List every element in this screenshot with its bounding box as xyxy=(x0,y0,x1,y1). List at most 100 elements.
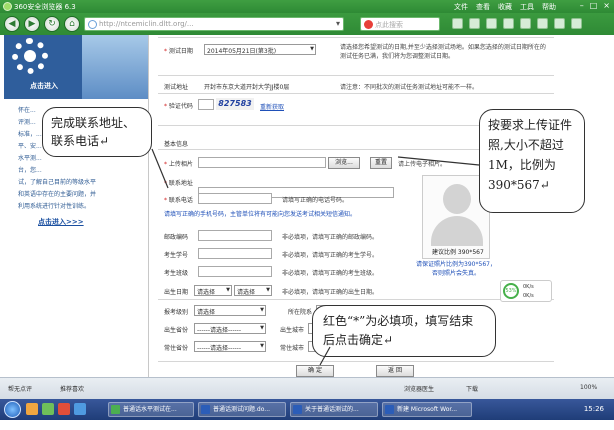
home-icon[interactable]: ⌂ xyxy=(64,16,80,32)
captcha-label: * 验证代码 xyxy=(164,103,193,110)
task-label: 普通话测试问题.do... xyxy=(213,406,271,413)
menu-file[interactable]: 文件 xyxy=(454,2,468,12)
browse-button[interactable]: 浏览... xyxy=(328,157,360,169)
phone-input[interactable] xyxy=(198,193,272,204)
maximize-icon[interactable]: □ xyxy=(590,1,598,10)
extension-icon[interactable] xyxy=(452,18,463,29)
download-button[interactable]: 下载 xyxy=(466,384,478,393)
word-icon xyxy=(385,405,394,414)
menu-view[interactable]: 查看 xyxy=(476,2,490,12)
search-input[interactable]: 点此搜索 xyxy=(360,17,440,31)
birth-province-select[interactable]: ------请选择------ xyxy=(194,323,266,334)
task-button[interactable]: 新建 Microsoft Wor... xyxy=(382,402,472,417)
test-date-select[interactable]: 2014年05月21日(第3批) xyxy=(204,44,316,55)
network-speed-widget[interactable]: 53% 0K/s 0K/s xyxy=(500,280,552,302)
extension-icon[interactable] xyxy=(469,18,480,29)
quicklaunch-icon[interactable] xyxy=(26,403,38,415)
browser-icon xyxy=(111,405,120,414)
test-site-label: 测试地址 xyxy=(164,84,189,91)
menu-help[interactable]: 帮助 xyxy=(542,2,556,12)
search-engine-icon xyxy=(364,20,373,29)
postcode-label: 邮政编码 xyxy=(164,234,189,241)
test-date-label: * 测试日期 xyxy=(164,48,193,55)
student-no-input[interactable] xyxy=(198,248,272,259)
address-text: http://ntcemiclin.dltt.org/... xyxy=(99,20,194,28)
forward-icon[interactable]: ▶ xyxy=(24,16,40,32)
birth-month-select[interactable]: 请选择 xyxy=(234,285,272,296)
address-label: * 联系地址 xyxy=(164,180,193,187)
refresh-icon[interactable]: ↻ xyxy=(44,16,60,32)
quicklaunch-icon[interactable] xyxy=(42,403,54,415)
class-input[interactable] xyxy=(198,266,272,277)
extension-icon[interactable] xyxy=(554,18,565,29)
speed-percent: 53% xyxy=(503,283,519,299)
extension-icon[interactable] xyxy=(571,18,582,29)
student-no-hint: 非必填项，请填写正确的考生学号。 xyxy=(282,252,379,259)
globe-icon xyxy=(88,20,97,29)
brand-banner: 点击进入 xyxy=(4,35,82,99)
task-button[interactable]: 关于普通话测试的... xyxy=(290,402,378,417)
page-viewport: 点击进入 怀在... 评测... 标准，... 平、安... 水平测... 台，… xyxy=(0,35,614,377)
captcha-refresh-link[interactable]: 重新获取 xyxy=(260,102,284,111)
upload-speed: 0K/s xyxy=(523,284,534,290)
captcha-image: 827583 xyxy=(216,98,254,110)
quicklaunch-icon[interactable] xyxy=(58,403,70,415)
photo-ratio: 建议比例 390*567 xyxy=(432,249,484,256)
sidebar-line: 试，了解自己目前的等级水平 xyxy=(18,179,97,186)
enter-button[interactable]: 点击进入 xyxy=(30,81,58,91)
back-button[interactable]: 返 回 xyxy=(376,365,414,377)
start-button[interactable] xyxy=(4,401,21,418)
zoom-level[interactable]: 100% xyxy=(580,384,597,391)
extension-icon[interactable] xyxy=(537,18,548,29)
task-button[interactable]: 普通话水平测试在... xyxy=(108,402,194,417)
quicklaunch-icon[interactable] xyxy=(74,403,86,415)
task-label: 关于普通话测试的... xyxy=(305,406,359,413)
confirm-button[interactable]: 确 定 xyxy=(296,365,334,377)
sidebar: 点击进入 怀在... 评测... 标准，... 平、安... 水平测... 台，… xyxy=(0,35,152,377)
word-icon xyxy=(293,405,302,414)
sidebar-line: 和英语中存在的主要问题，并 xyxy=(18,191,97,198)
chevron-down-icon[interactable]: ▾ xyxy=(336,19,340,28)
extension-icon[interactable] xyxy=(520,18,531,29)
status-recommend[interactable]: 推荐喜欢 xyxy=(60,384,84,393)
photo-path-input[interactable] xyxy=(198,157,326,168)
extension-icon[interactable] xyxy=(486,18,497,29)
task-button[interactable]: 普通话测试问题.do... xyxy=(198,402,286,417)
captcha-input[interactable] xyxy=(198,99,214,110)
close-icon[interactable]: × xyxy=(603,1,610,10)
divider xyxy=(158,361,554,362)
department-label: 所在院系 xyxy=(288,309,313,316)
status-comment[interactable]: 帮无点评 xyxy=(8,384,32,393)
phone-label: * 联系电话 xyxy=(164,197,193,204)
birth-year-select[interactable]: 请选择 xyxy=(194,285,232,296)
birth-date-label: 出生日期 xyxy=(164,289,189,296)
word-icon xyxy=(201,405,210,414)
browser-doctor[interactable]: 浏览器医生 xyxy=(404,384,434,393)
menu-tools[interactable]: 工具 xyxy=(520,2,534,12)
residence-province-select[interactable]: ------请选择------ xyxy=(194,341,266,352)
postcode-input[interactable] xyxy=(198,230,272,241)
student-no-label: 考生学号 xyxy=(164,252,189,259)
minimize-icon[interactable]: – xyxy=(580,1,584,10)
page-bottom xyxy=(0,420,614,430)
sidebar-line: 利用系统进行针对性训练。 xyxy=(18,203,91,210)
avatar-head-icon xyxy=(443,184,471,214)
callout-contact-info: 完成联系地址、联系电话↵ xyxy=(42,107,152,157)
sidebar-line: 台，您... xyxy=(18,167,42,174)
menu-favorites[interactable]: 收藏 xyxy=(498,2,512,12)
birth-city-label: 出生城市 xyxy=(280,327,305,334)
divider xyxy=(158,299,554,300)
sidebar-enter-link[interactable]: 点击进入>>> xyxy=(38,217,84,227)
clock[interactable]: 15:26 xyxy=(584,405,604,413)
phone-blue-hint: 请填写正确的手机号码，主管单位将有可能向您发送考试相关短信通知。 xyxy=(164,211,357,218)
level-label: 报考级别 xyxy=(164,309,189,316)
extension-icon[interactable] xyxy=(503,18,514,29)
section-title: 基本信息 xyxy=(164,141,189,148)
reset-photo-button[interactable]: 重置 xyxy=(370,157,392,169)
status-bar: 帮无点评 推荐喜欢 浏览器医生 下载 100% xyxy=(0,377,614,399)
address-bar[interactable]: http://ntcemiclin.dltt.org/... ▾ xyxy=(84,17,344,31)
back-icon[interactable]: ◀ xyxy=(4,16,20,32)
nav-bar: ◀ ▶ ↻ ⌂ http://ntcemiclin.dltt.org/... ▾… xyxy=(0,13,614,35)
level-select[interactable]: 请选择 xyxy=(194,305,266,316)
task-label: 普通话水平测试在... xyxy=(123,406,177,413)
